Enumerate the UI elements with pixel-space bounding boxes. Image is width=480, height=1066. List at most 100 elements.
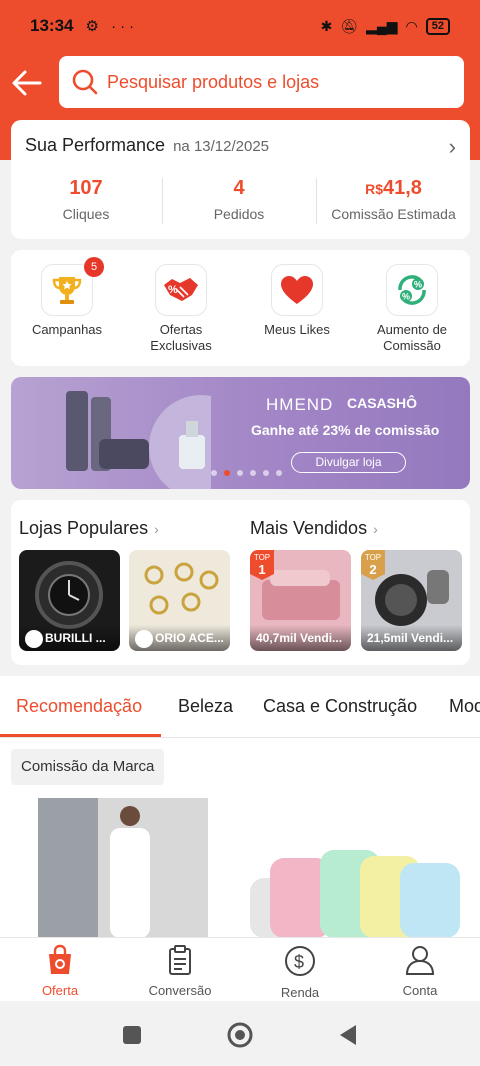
chevron-right-icon[interactable]: ›: [449, 134, 456, 160]
heart-icon: [281, 276, 313, 304]
nav-conversion[interactable]: Conversão: [120, 944, 240, 998]
bluetooth-icon: ✱: [320, 17, 333, 34]
currency-symbol: R$: [365, 181, 383, 197]
search-icon: [72, 69, 98, 95]
signal-icon: ▂▄▆: [366, 17, 398, 34]
promo-banner[interactable]: HMEND CASASHÔ Ganhe até 23% de comissão …: [11, 377, 470, 489]
top-rank-badge: TOP 1: [250, 550, 274, 580]
metric-commission-label: Comissão Estimada: [331, 206, 456, 222]
clipboard-icon: [169, 945, 191, 975]
metric-clicks-label: Cliques: [62, 206, 110, 222]
bottom-navigation: Oferta Conversão $ Renda Conta: [0, 937, 480, 1001]
campaigns-badge: 5: [84, 257, 104, 277]
banner-headline: Ganhe até 23% de comissão: [251, 422, 440, 438]
tab-mod[interactable]: Mod: [449, 696, 480, 717]
status-bar: 13:34 ⚙ ··· ✱ 🔕︎ ▂▄▆ ◠ 52: [30, 10, 450, 42]
store-caption: BURILLI ...: [19, 625, 120, 651]
tab-home-construction[interactable]: Casa e Construção: [263, 696, 417, 717]
trophy-icon: [52, 277, 82, 304]
commission-amount: 41,8: [382, 177, 422, 199]
metric-commission-value: R$41,8: [317, 177, 470, 200]
nav-label: Conta: [402, 983, 438, 998]
system-nav-buttons: [123, 1022, 356, 1048]
stores-card: Lojas Populares › Mais Vendidos › BURILLI …: [11, 500, 470, 665]
nav-account[interactable]: Conta: [360, 944, 480, 998]
battery-indicator: 52: [425, 17, 450, 35]
svg-text:%: %: [402, 292, 410, 302]
shopping-bag-icon: [49, 944, 71, 974]
best-sellers-title-text: Mais Vendidos: [250, 518, 368, 538]
metric-orders-value: 4: [233, 177, 245, 199]
banner-brand-casasho: CASASHÔ: [347, 395, 418, 411]
status-notification-icons: ⚙ ···: [85, 18, 139, 35]
shortcuts-card: 5 Campanhas % Ofertas Exclusivas Meus Li…: [11, 250, 470, 366]
banner-product-image: [66, 391, 211, 489]
banner-pagination: [211, 470, 282, 476]
shortcut-label: Meus Likes: [264, 322, 330, 337]
shortcut-label: Ofertas Exclusivas: [150, 322, 212, 353]
shortcut-label: Aumento de Comissão: [376, 322, 448, 353]
store-tile[interactable]: ORIO ACE...: [129, 550, 230, 651]
shortcut-likes-icon-box: [271, 264, 323, 316]
shortcut-my-likes[interactable]: Meus Likes: [241, 264, 353, 338]
mute-icon: 🔕︎: [340, 17, 359, 34]
top-rank: 1: [258, 562, 266, 577]
banner-cta-button[interactable]: Divulgar loja: [291, 452, 406, 473]
product-feed: Comissão da Marca: [0, 738, 480, 938]
nav-label: Oferta: [41, 983, 79, 998]
performance-title-text: Sua Performance: [25, 135, 166, 155]
shortcut-exclusive-offers[interactable]: % Ofertas Exclusivas: [125, 264, 237, 354]
user-icon: [405, 946, 435, 975]
back-icon[interactable]: [340, 1025, 356, 1045]
nav-income[interactable]: $ Renda: [240, 944, 360, 1000]
pagination-dot-active: [224, 470, 230, 476]
shortcut-commission-icon-box: % %: [386, 264, 438, 316]
shortcut-campaigns-icon-box: 5: [41, 257, 104, 316]
top-label: TOP: [364, 553, 382, 562]
banner-brand-hmend: HMEND: [266, 395, 334, 414]
metric-orders: 4 Pedidos: [163, 177, 315, 222]
best-seller-tile[interactable]: TOP 2 21,5mil Vendi...: [361, 550, 462, 651]
store-caption: ORIO ACE...: [129, 625, 230, 651]
pagination-dot: [211, 470, 217, 476]
best-seller-tile[interactable]: TOP 1 40,7mil Vendi...: [250, 550, 351, 651]
performance-date: na 13/12/2025: [173, 138, 270, 155]
top-label: TOP: [253, 553, 271, 562]
best-sellers-title[interactable]: Mais Vendidos ›: [250, 518, 378, 539]
back-arrow-icon[interactable]: [10, 66, 44, 100]
handshake-icon: %: [164, 278, 198, 301]
svg-text:$: $: [294, 952, 304, 972]
active-tab-indicator: [0, 734, 161, 737]
metric-orders-label: Pedidos: [213, 206, 265, 222]
sales-caption: 21,5mil Vendi...: [361, 625, 462, 651]
recents-icon[interactable]: [123, 1026, 141, 1044]
top-rank: 2: [369, 562, 377, 577]
store-name: BURILLI ...: [45, 631, 106, 645]
metric-clicks: 107 Cliques: [11, 177, 161, 222]
metric-commission: R$41,8 Comissão Estimada: [317, 177, 470, 222]
shortcut-commission-increase[interactable]: % % Aumento de Comissão: [356, 264, 468, 354]
chevron-right-icon: ›: [154, 521, 159, 537]
pagination-dot: [237, 470, 243, 476]
pagination-dot: [263, 470, 269, 476]
popular-stores-title[interactable]: Lojas Populares ›: [19, 518, 159, 539]
store-name: ORIO ACE...: [155, 631, 224, 645]
performance-card[interactable]: Sua Performance na 13/12/2025 › 107 Cliq…: [11, 120, 470, 239]
brand-commission-chip[interactable]: Comissão da Marca: [11, 749, 165, 785]
nav-offer[interactable]: Oferta: [0, 944, 120, 998]
wifi-icon: ◠: [405, 17, 418, 34]
sales-caption: 40,7mil Vendi...: [250, 625, 351, 651]
popular-stores-title-text: Lojas Populares: [19, 518, 149, 538]
shortcut-campaigns[interactable]: 5 Campanhas: [11, 257, 123, 338]
percent-cycle-icon: % %: [398, 275, 426, 305]
status-right-icons: ✱ 🔕︎ ▂▄▆ ◠ 52: [320, 17, 450, 35]
search-input[interactable]: Pesquisar produtos e lojas: [59, 56, 464, 108]
nav-label: Conversão: [148, 983, 212, 998]
search-placeholder: Pesquisar produtos e lojas: [107, 71, 320, 92]
tab-beauty[interactable]: Beleza: [178, 696, 233, 717]
svg-text:%: %: [414, 280, 422, 290]
status-time: 13:34: [30, 16, 74, 35]
tab-recommendation[interactable]: Recomendação: [16, 696, 142, 717]
store-tile[interactable]: BURILLI ...: [19, 550, 120, 651]
svg-text:%: %: [168, 284, 178, 296]
